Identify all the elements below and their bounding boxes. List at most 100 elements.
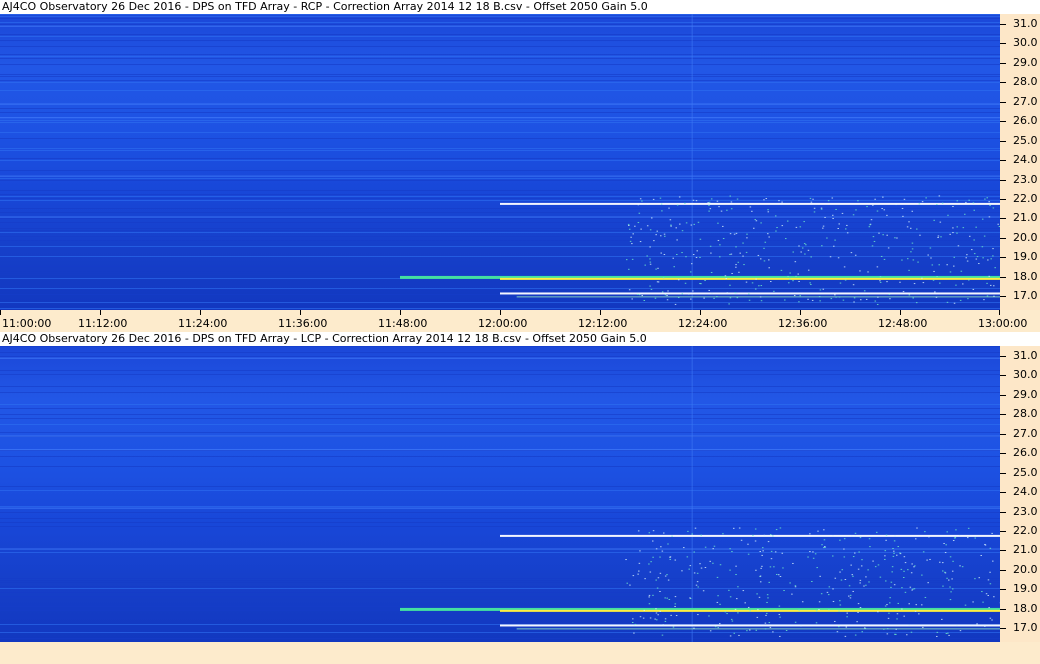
noise-speck [760, 567, 762, 569]
noise-speck [746, 237, 748, 239]
noise-speck [993, 285, 995, 287]
noise-speck [693, 627, 695, 629]
noise-speck [729, 596, 732, 598]
texture-band [0, 356, 1000, 357]
noise-speck [786, 220, 789, 222]
noise-speck [936, 631, 939, 633]
noise-speck [691, 263, 693, 265]
noise-speck [729, 569, 731, 571]
noise-speck [699, 238, 702, 240]
noise-speck [666, 574, 668, 576]
noise-speck [938, 195, 941, 197]
noise-speck [681, 252, 683, 254]
noise-speck [918, 203, 921, 205]
faint-line [0, 357, 1000, 359]
noise-speck [936, 635, 938, 637]
noise-speck [655, 234, 657, 236]
noise-speck [664, 235, 666, 237]
noise-speck [859, 579, 862, 581]
noise-speck [735, 264, 737, 266]
noise-speck [984, 198, 986, 200]
noise-speck [975, 226, 977, 228]
noise-speck [720, 210, 723, 212]
noise-speck [989, 204, 991, 206]
noise-speck [688, 293, 690, 295]
noise-speck [818, 296, 821, 298]
noise-speck [929, 247, 932, 249]
noise-speck [832, 600, 835, 602]
noise-speck [636, 293, 639, 295]
noise-speck [719, 256, 721, 258]
noise-speck [876, 303, 879, 305]
noise-speck [894, 535, 896, 537]
noise-speck [696, 250, 698, 252]
noise-speck [812, 551, 814, 553]
texture-band [0, 24, 1000, 25]
noise-speck [756, 616, 759, 618]
noise-speck [708, 615, 710, 617]
noise-speck [672, 626, 675, 628]
noise-speck [807, 269, 810, 271]
noise-speck [893, 540, 896, 542]
noise-speck [973, 253, 976, 255]
noise-speck [692, 254, 695, 256]
noise-speck [992, 248, 994, 250]
noise-speck [912, 259, 915, 261]
noise-speck [779, 616, 781, 618]
noise-speck [890, 581, 893, 583]
y-tick [1000, 492, 1006, 494]
noise-speck [767, 209, 769, 211]
noise-speck [717, 222, 719, 224]
x-tick-label: 12:36:00 [778, 317, 828, 330]
noise-speck [667, 579, 670, 581]
noise-speck [637, 530, 640, 532]
noise-speck [676, 239, 678, 241]
noise-speck [973, 239, 975, 241]
noise-speck [914, 610, 917, 612]
noise-speck [961, 566, 964, 568]
noise-speck [664, 620, 667, 622]
noise-speck [911, 210, 914, 212]
noise-speck [967, 537, 969, 539]
noise-speck [973, 209, 975, 211]
emission-band-17mhz-lower [516, 628, 1000, 630]
noise-speck [975, 258, 978, 260]
noise-speck [946, 264, 948, 266]
noise-speck [759, 551, 761, 553]
noise-speck [895, 633, 897, 635]
noise-speck [930, 257, 932, 259]
noise-speck [676, 254, 678, 256]
noise-speck [649, 617, 652, 619]
noise-speck [956, 232, 958, 234]
noise-speck [770, 281, 772, 283]
noise-speck [832, 588, 834, 590]
noise-speck [838, 610, 840, 612]
noise-speck [770, 550, 773, 552]
noise-speck [976, 256, 979, 258]
noise-speck [717, 239, 720, 241]
texture-band [0, 274, 1000, 275]
noise-speck [992, 207, 995, 209]
noise-speck [877, 564, 880, 566]
noise-speck [874, 566, 877, 568]
noise-speck [766, 601, 768, 603]
noise-speck [652, 198, 655, 200]
noise-speck [939, 282, 941, 284]
noise-speck [667, 543, 669, 545]
texture-band [0, 526, 1000, 527]
noise-speck [952, 206, 954, 208]
noise-speck [987, 579, 990, 581]
noise-speck [903, 570, 905, 572]
noise-speck [853, 297, 856, 299]
texture-band [0, 122, 1000, 123]
noise-speck [940, 236, 942, 238]
noise-speck [637, 204, 640, 206]
noise-speck [852, 590, 854, 592]
noise-speck [859, 607, 862, 609]
noise-speck [849, 594, 852, 596]
noise-speck [766, 594, 769, 596]
noise-speck [775, 529, 778, 531]
noise-speck [660, 203, 663, 205]
faint-line [0, 216, 1000, 218]
noise-speck [937, 235, 940, 237]
